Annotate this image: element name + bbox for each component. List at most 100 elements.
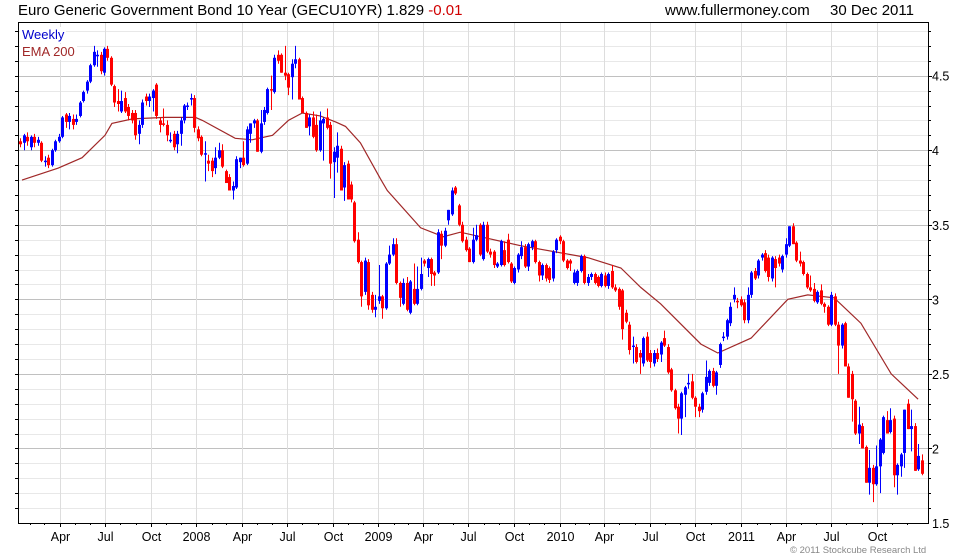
- candle-body: [900, 454, 903, 467]
- candle-body: [134, 112, 137, 136]
- candle-body: [861, 426, 864, 449]
- candle-body: [392, 244, 395, 255]
- candle-down: [399, 281, 402, 307]
- candle-body: [423, 260, 426, 264]
- candle-down: [486, 221, 489, 254]
- candle-body: [367, 262, 370, 306]
- candle-body: [847, 366, 850, 398]
- candle-body: [197, 129, 200, 139]
- candle-body: [757, 260, 760, 276]
- candle-body: [33, 136, 36, 143]
- candle-up: [513, 266, 516, 285]
- candle-body: [823, 303, 826, 307]
- candle-down: [538, 260, 541, 282]
- candle-down: [743, 299, 746, 324]
- candle-down: [381, 294, 384, 319]
- candle-down: [886, 411, 889, 434]
- candle-down: [694, 396, 697, 418]
- candle-body: [89, 65, 92, 82]
- candle-body: [127, 106, 130, 116]
- candle-up: [552, 250, 555, 282]
- candle-body: [910, 426, 913, 430]
- candle-down: [635, 344, 638, 364]
- candle-body: [733, 294, 736, 300]
- candle-up: [830, 291, 833, 327]
- candle-body: [538, 262, 541, 276]
- candle-down: [454, 186, 457, 195]
- candle-body: [555, 239, 558, 251]
- candle-body: [875, 466, 878, 485]
- candle-body: [468, 248, 471, 263]
- candle-body: [726, 320, 729, 337]
- candle-up: [148, 93, 151, 107]
- candle-down: [854, 399, 857, 436]
- candle-body: [907, 403, 910, 430]
- candle-body: [761, 254, 764, 258]
- candle-up: [266, 87, 269, 115]
- candle-down: [799, 251, 802, 267]
- candle-down: [628, 321, 631, 355]
- candle-body: [806, 273, 809, 288]
- candle-body: [851, 373, 854, 400]
- candle-down: [357, 232, 360, 264]
- candle-up: [89, 63, 92, 84]
- candle-body: [451, 190, 454, 215]
- candle-down: [792, 223, 795, 245]
- candle-down: [225, 169, 228, 184]
- candle-body: [280, 54, 283, 73]
- candle-down: [166, 120, 169, 142]
- candle-up: [239, 157, 242, 169]
- candle-body: [378, 296, 381, 301]
- candle-up: [705, 360, 708, 395]
- candle-down: [458, 203, 461, 227]
- candle-up: [680, 391, 683, 436]
- candle-up: [726, 318, 729, 340]
- candle-body: [110, 57, 113, 85]
- candle-body: [232, 186, 235, 191]
- candle-body: [253, 120, 256, 124]
- candle-up: [273, 54, 276, 94]
- candle-up: [653, 350, 656, 367]
- candle-up: [816, 290, 819, 304]
- candle-body: [632, 345, 635, 348]
- candle-body: [496, 263, 499, 267]
- candle-body: [687, 382, 690, 385]
- candle-up: [75, 114, 78, 125]
- candle-body: [145, 96, 148, 102]
- candle-body: [639, 353, 642, 358]
- candle-body: [614, 287, 617, 291]
- candle-body: [30, 136, 33, 148]
- candle-body: [674, 390, 677, 409]
- candle-body: [51, 150, 54, 166]
- candle-body: [600, 273, 603, 286]
- candle-body: [228, 177, 231, 191]
- candle-body: [454, 187, 457, 194]
- candle-body: [235, 159, 238, 188]
- candle-body: [743, 302, 746, 321]
- candle-body: [287, 74, 290, 88]
- candle-body: [604, 275, 607, 286]
- candle-body: [221, 150, 224, 167]
- candle-body: [54, 141, 57, 151]
- candle-up: [903, 409, 906, 468]
- candle-body: [249, 123, 252, 134]
- candle-down: [19, 138, 22, 148]
- candle-body: [58, 136, 61, 142]
- candle-body: [566, 260, 569, 269]
- candle-body: [820, 290, 823, 304]
- candle-body: [667, 347, 670, 373]
- candle-body: [416, 288, 419, 304]
- candle-body: [816, 291, 819, 303]
- candle-body: [214, 157, 217, 169]
- candle-down: [106, 45, 109, 61]
- candle-body: [715, 372, 718, 386]
- candle-up: [520, 241, 523, 260]
- candle-down: [621, 288, 624, 340]
- candle-body: [385, 263, 388, 309]
- candle-body: [663, 338, 666, 346]
- candle-body: [106, 48, 109, 58]
- candle-body: [103, 48, 106, 73]
- candle-body: [844, 323, 847, 367]
- candle-body: [61, 117, 64, 137]
- candle-body: [458, 205, 461, 225]
